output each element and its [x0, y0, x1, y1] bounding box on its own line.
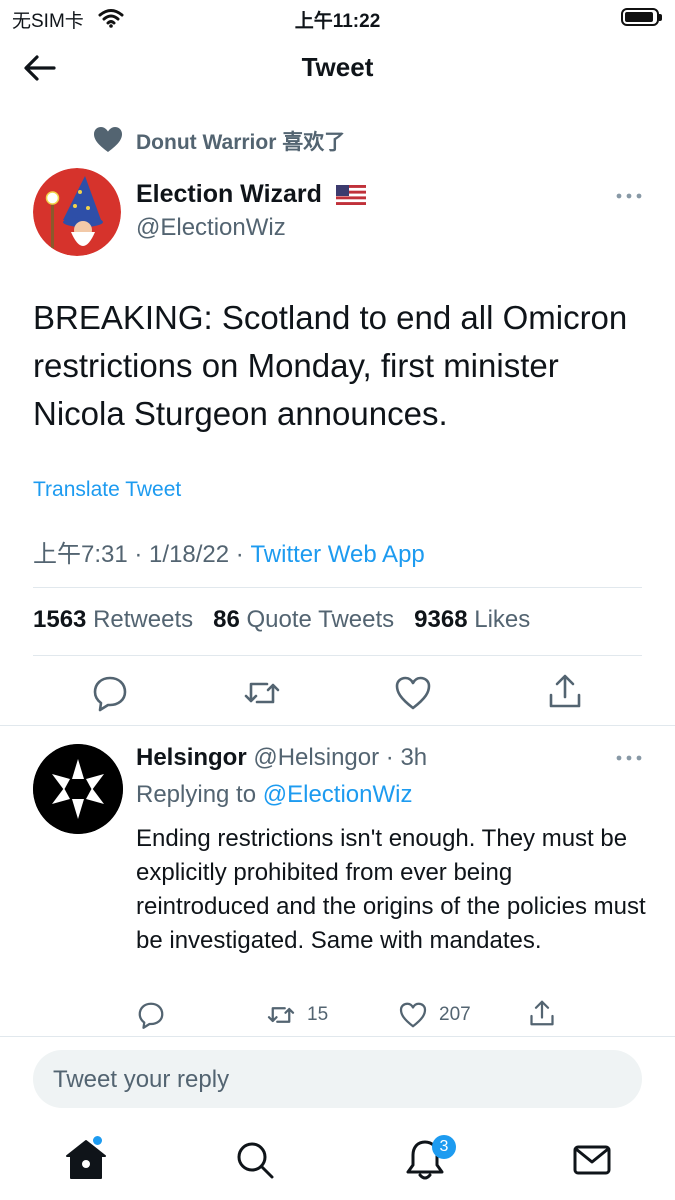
author-avatar[interactable] [33, 168, 121, 256]
reply-author-avatar[interactable] [33, 744, 123, 834]
mail-icon[interactable] [569, 1137, 615, 1183]
tweet-stats: 1563 Retweets 86 Quote Tweets 9368 Likes [33, 606, 530, 634]
likes-stat[interactable]: 9368 Likes [414, 606, 530, 633]
status-bar: 无SIM卡 上午11:22 [0, 0, 675, 36]
divider [0, 1036, 675, 1037]
divider [0, 725, 675, 726]
replying-to-link[interactable]: @ElectionWiz [263, 781, 413, 808]
tweet-source-link[interactable]: Twitter Web App [250, 541, 424, 568]
search-icon[interactable] [232, 1137, 278, 1183]
quote-tweets-stat[interactable]: 86 Quote Tweets [213, 606, 394, 633]
replying-prefix: Replying to [136, 781, 257, 808]
reply-like-count: 207 [439, 1004, 471, 1025]
reply-icon[interactable] [136, 1000, 166, 1030]
reply-author-line: Helsingor @Helsingor · 3h [136, 744, 428, 771]
tweet-date: 1/18/22 [149, 541, 230, 568]
clock: 上午11:22 [294, 11, 381, 32]
reply-text: Ending restrictions isn't enough. They m… [136, 825, 646, 954]
battery-icon [621, 8, 662, 26]
share-icon[interactable] [545, 671, 585, 711]
like-icon[interactable] [393, 673, 433, 713]
tweet-time: 上午7:31 [33, 541, 128, 568]
home-unread-dot [93, 1136, 102, 1145]
like-icon[interactable] [398, 1000, 428, 1030]
author-name[interactable]: Election Wizard [136, 180, 322, 209]
reply-age: 3h [400, 744, 428, 771]
divider [33, 587, 642, 588]
more-icon[interactable] [614, 750, 644, 766]
notifications-badge: 3 [432, 1135, 456, 1159]
divider [33, 655, 642, 656]
reply-input-placeholder: Tweet your reply [53, 1066, 230, 1093]
author-handle[interactable]: @ElectionWiz [136, 214, 286, 242]
reply-input[interactable]: Tweet your reply [33, 1050, 642, 1108]
reply-retweet-count: 15 [307, 1004, 329, 1025]
more-icon[interactable] [614, 188, 644, 204]
translate-tweet-link[interactable]: Translate Tweet [33, 478, 181, 502]
reply-author-handle[interactable]: @Helsingor [253, 744, 379, 771]
flag-us-icon [336, 185, 366, 205]
page-title: Tweet [301, 52, 374, 82]
home-icon[interactable] [63, 1137, 109, 1183]
heart-icon [94, 127, 122, 152]
tweet-text: BREAKING: Scotland to end all Omicron re… [33, 299, 628, 432]
social-context-label[interactable]: Donut Warrior 喜欢了 [136, 126, 345, 156]
retweets-stat[interactable]: 1563 Retweets [33, 606, 193, 633]
replying-to-line: Replying to @ElectionWiz [136, 781, 412, 809]
tweet-metadata: 上午7:31 · 1/18/22 · Twitter Web App [33, 541, 425, 568]
retweet-icon[interactable] [242, 673, 282, 713]
reply-author-name[interactable]: Helsingor [136, 744, 247, 771]
reply-icon[interactable] [90, 673, 130, 713]
retweet-icon[interactable] [266, 1000, 296, 1030]
share-icon[interactable] [527, 998, 557, 1028]
